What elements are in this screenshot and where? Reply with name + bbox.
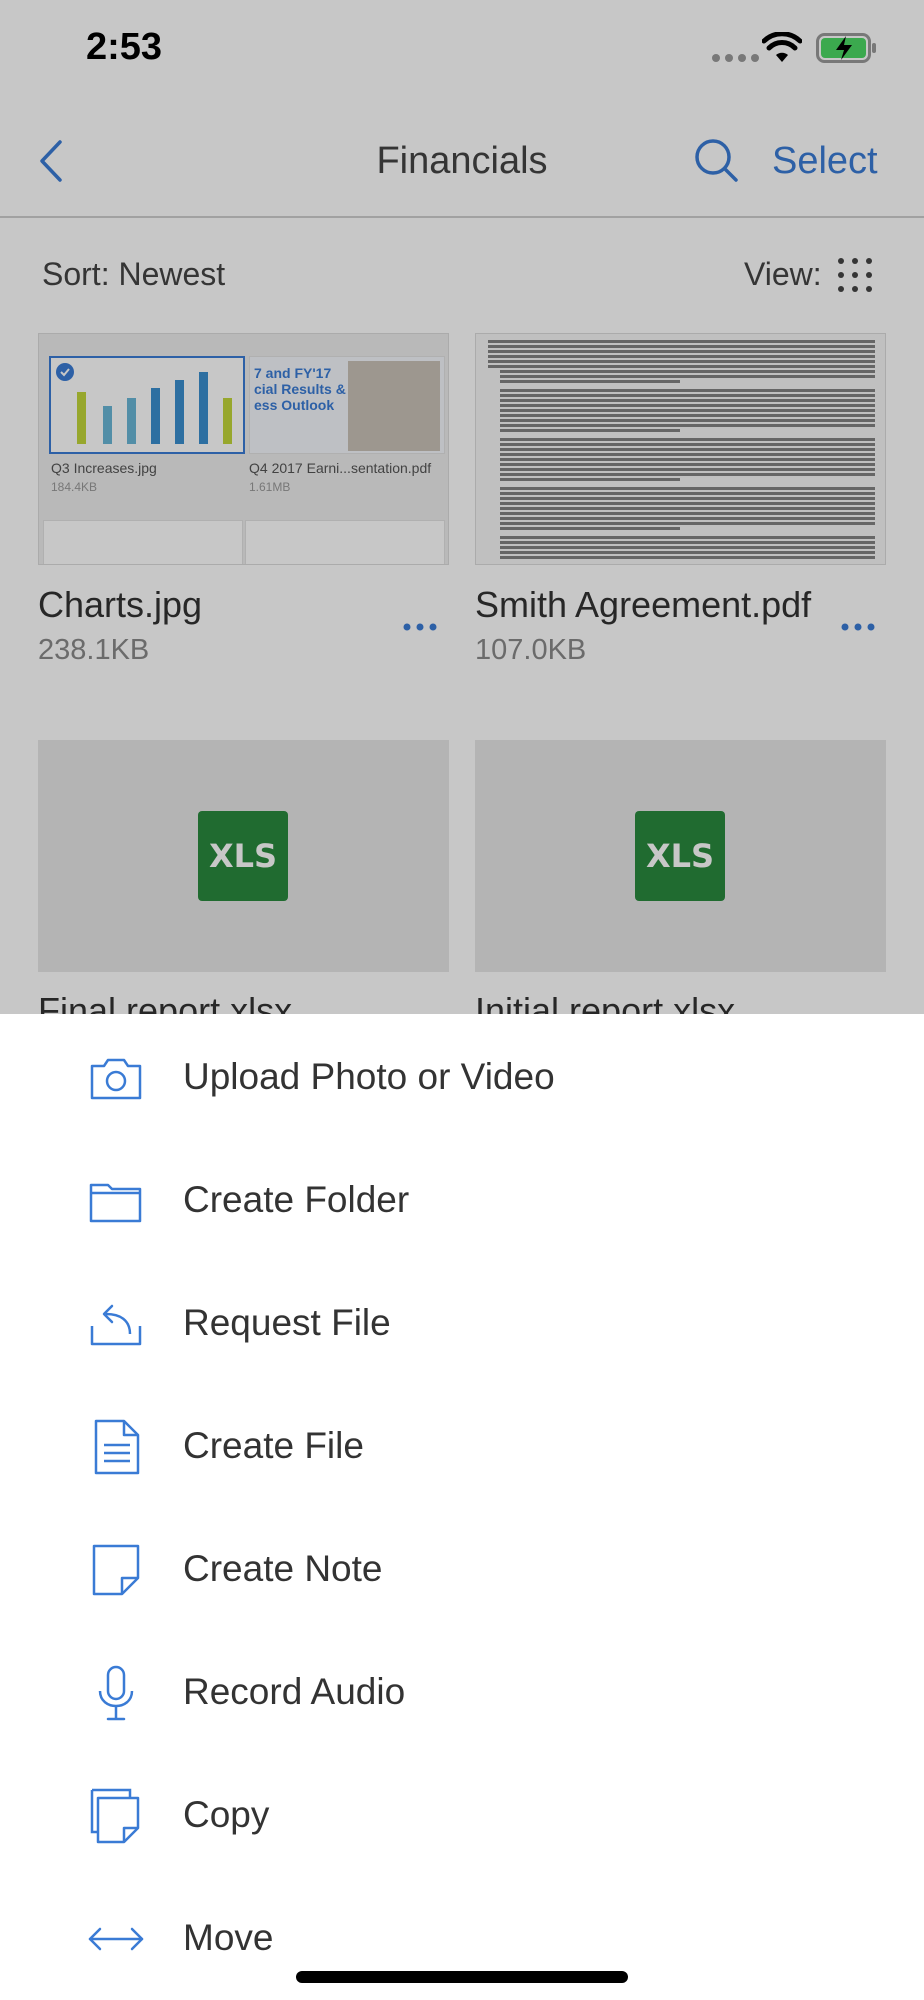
folder-icon	[89, 1183, 142, 1223]
home-indicator[interactable]	[296, 1971, 628, 1983]
action-label: Create Note	[183, 1548, 383, 1589]
action-label: Copy	[183, 1794, 270, 1835]
action-label: Record Audio	[183, 1671, 406, 1712]
action-sheet: Upload Photo or Video Create Folder Requ…	[0, 1014, 924, 2000]
action-move[interactable]: Move	[0, 1887, 924, 2000]
action-upload-photo-or-video[interactable]: Upload Photo or Video	[0, 1026, 924, 1149]
action-create-folder[interactable]: Create Folder	[0, 1149, 924, 1272]
microphone-icon	[98, 1665, 134, 1721]
action-copy[interactable]: Copy	[0, 1764, 924, 1887]
file-icon	[94, 1419, 140, 1475]
action-label: Upload Photo or Video	[183, 1056, 555, 1097]
action-request-file[interactable]: Request File	[0, 1272, 924, 1395]
camera-icon	[90, 1058, 142, 1100]
dim-overlay[interactable]	[0, 0, 924, 1014]
move-icon	[88, 1927, 144, 1951]
action-create-file[interactable]: Create File	[0, 1395, 924, 1518]
request-file-icon	[90, 1304, 142, 1346]
action-record-audio[interactable]: Record Audio	[0, 1641, 924, 1764]
action-label: Request File	[183, 1302, 391, 1343]
action-label: Create File	[183, 1425, 364, 1466]
copy-icon	[90, 1788, 140, 1844]
file-browser-screen: 2:53 Financials Select Sort: Newest View…	[0, 0, 924, 1014]
action-label: Move	[183, 1917, 274, 1958]
action-create-note[interactable]: Create Note	[0, 1518, 924, 1641]
note-icon	[92, 1544, 140, 1596]
action-label: Create Folder	[183, 1179, 410, 1220]
